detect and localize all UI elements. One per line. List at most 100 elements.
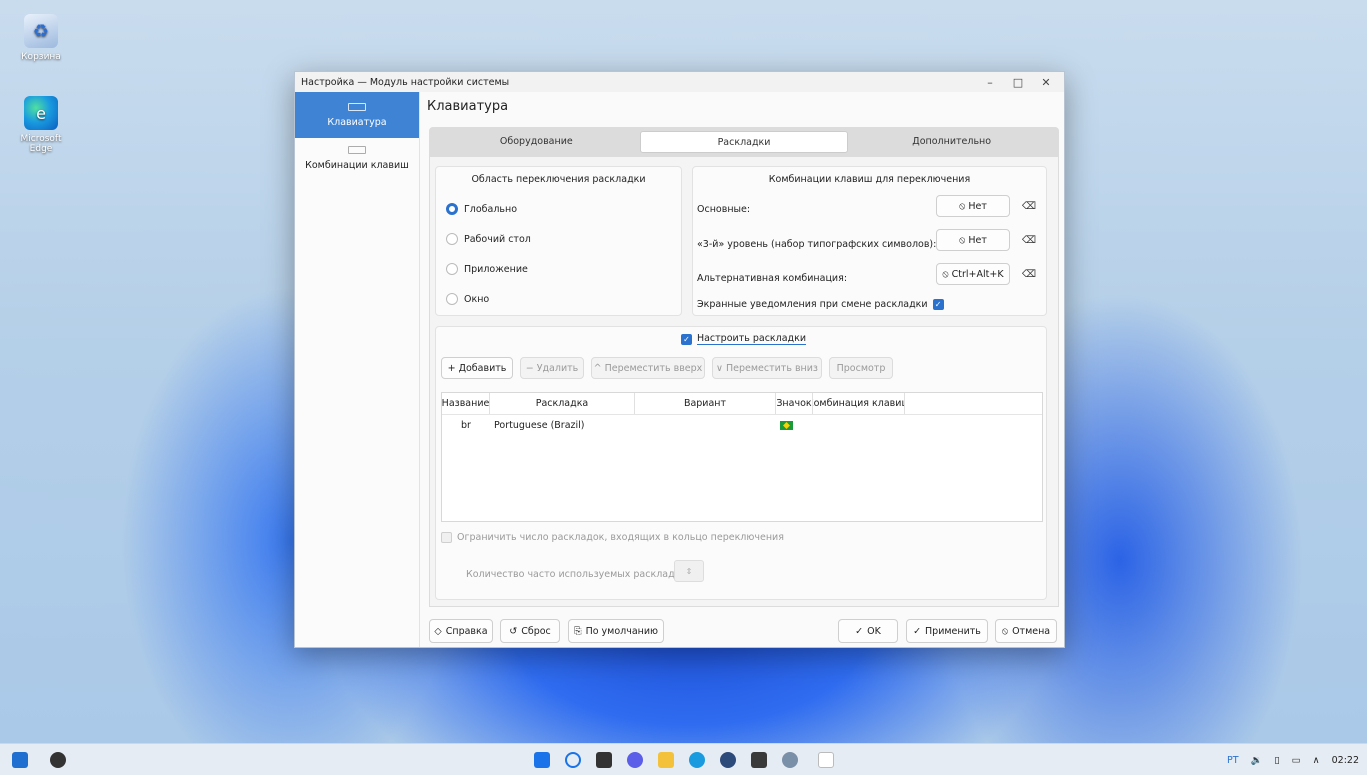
move-down-button[interactable]: ∨ Переместить вниз <box>712 357 822 379</box>
preview-button[interactable]: Просмотр <box>829 357 893 379</box>
switch-area-group: Область переключения раскладки Глобально… <box>435 166 682 316</box>
tab-layouts[interactable]: Раскладки <box>639 131 849 153</box>
cancel-label: Отмена <box>1012 625 1051 637</box>
chevron-up-icon[interactable]: ∧ <box>1313 755 1320 766</box>
checkmark-icon: ✓ <box>855 625 864 637</box>
defaults-button[interactable]: ⎘ По умолчанию <box>568 619 664 643</box>
cancel-button[interactable]: ⦸ Отмена <box>995 619 1057 643</box>
close-button[interactable]: ✕ <box>1032 72 1060 92</box>
table-row[interactable]: br Portuguese (Brazil) <box>442 415 1042 435</box>
maximize-button[interactable]: □ <box>1004 72 1032 92</box>
system-tray: PT 🔉 ▯ ▭ ∧ 02:22 <box>1227 744 1359 775</box>
notify-checkbox-row[interactable]: Экранные уведомления при смене раскладки… <box>697 299 949 310</box>
desktop-icon-label: Корзина <box>21 52 61 62</box>
help-button[interactable]: ◇ Справка <box>429 619 493 643</box>
column-header-shortcut[interactable]: Комбинация клавиш <box>813 393 905 414</box>
shortcut-main-button[interactable]: ⦸ Нет <box>936 195 1010 217</box>
dialog-footer: ◇ Справка ↺ Сброс ⎘ По умолчанию ✓ OK ✓ Приме… <box>429 617 1059 643</box>
minimize-button[interactable]: – <box>976 72 1004 92</box>
radio-global[interactable]: Глобально <box>446 203 517 215</box>
edge-taskbar-icon[interactable] <box>689 752 705 768</box>
clear-shortcut-alt-icon[interactable]: ⌫ <box>1019 264 1039 284</box>
shortcut-icon: ⦸ <box>942 268 952 280</box>
clock[interactable]: 02:22 <box>1332 755 1359 766</box>
tab-advanced[interactable]: Дополнительно <box>848 131 1055 153</box>
radio-label: Рабочий стол <box>464 233 531 245</box>
limit-layouts-checkbox[interactable] <box>441 532 452 543</box>
radio-indicator <box>446 233 458 245</box>
limit-layouts-label: Ограничить число раскладок, входящих в к… <box>457 532 784 543</box>
radio-application[interactable]: Приложение <box>446 263 528 275</box>
reset-button[interactable]: ↺ Сброс <box>500 619 560 643</box>
recycle-bin-icon: ♻ <box>24 14 58 48</box>
start-icon[interactable] <box>534 752 550 768</box>
configure-layouts-label: Настроить раскладки <box>696 333 807 345</box>
shortcut-value: Нет <box>968 200 987 212</box>
shortcut-third-button[interactable]: ⦸ Нет <box>936 229 1010 251</box>
radio-indicator <box>446 293 458 305</box>
tab-content: Область переключения раскладки Глобально… <box>429 157 1059 607</box>
file-explorer-icon[interactable] <box>658 752 674 768</box>
sidebar-item-shortcuts[interactable]: Комбинации клавиш <box>295 138 419 178</box>
keyboard-settings-taskbar-icon[interactable] <box>818 752 834 768</box>
settings-window: Настройка — Модуль настройки системы – □… <box>294 71 1065 648</box>
desktop-icon-edge[interactable]: e Microsoft Edge <box>18 96 64 154</box>
task-view-icon[interactable] <box>596 752 612 768</box>
cell-variant <box>635 415 776 435</box>
move-up-button[interactable]: ^ Переместить вверх <box>591 357 705 379</box>
cell-icon <box>776 415 813 435</box>
sidebar-item-label: Комбинации клавиш <box>305 159 409 171</box>
shortcut-label-alt: Альтернативная комбинация: <box>697 273 848 284</box>
page-title: Клавиатура <box>427 99 509 114</box>
shortcut-icon: ⦸ <box>959 200 969 212</box>
radio-window[interactable]: Окно <box>446 293 489 305</box>
edge-icon: e <box>24 96 58 130</box>
shortcut-alt-button[interactable]: ⦸ Ctrl+Alt+K <box>936 263 1010 285</box>
layouts-table: Название Раскладка Вариант Значок Комбин… <box>441 392 1043 522</box>
sidebar-item-keyboard[interactable]: Клавиатура <box>295 92 419 138</box>
limit-layouts-row[interactable]: Ограничить число раскладок, входящих в к… <box>441 532 784 543</box>
column-header-layout[interactable]: Раскладка <box>490 393 635 414</box>
layout-count-spinbox[interactable]: ⇕ <box>674 560 704 582</box>
sidebar-item-label: Клавиатура <box>327 116 387 128</box>
column-header-icon[interactable]: Значок <box>776 393 813 414</box>
battery-icon[interactable]: ▯ <box>1274 755 1279 766</box>
clear-shortcut-third-icon[interactable]: ⌫ <box>1019 230 1039 250</box>
column-header-name[interactable]: Название <box>442 393 490 414</box>
clear-shortcut-main-icon[interactable]: ⌫ <box>1019 196 1039 216</box>
keyboard-icon <box>348 102 366 111</box>
spin-arrows-icon: ⇕ <box>685 566 693 576</box>
settings-icon[interactable] <box>782 752 798 768</box>
apply-label: Применить <box>925 625 981 637</box>
radio-label: Глобально <box>464 203 518 215</box>
group-title: Комбинации клавиш для переключения <box>768 174 971 185</box>
language-indicator[interactable]: PT <box>1227 755 1239 766</box>
store-icon[interactable] <box>720 752 736 768</box>
terminal-icon[interactable] <box>751 752 767 768</box>
volume-icon[interactable]: 🔉 <box>1251 755 1263 766</box>
notify-checkbox[interactable]: ✓ <box>932 299 944 310</box>
cell-shortcut <box>813 415 905 435</box>
tab-hardware[interactable]: Оборудование <box>433 131 640 153</box>
chat-icon[interactable] <box>627 752 643 768</box>
defaults-icon: ⎘ <box>573 625 582 637</box>
widgets-icon[interactable] <box>12 752 28 768</box>
column-header-variant[interactable]: Вариант <box>635 393 776 414</box>
help-icon: ◇ <box>434 625 442 637</box>
search-icon[interactable] <box>565 752 581 768</box>
shortcut-label-third: «3-й» уровень (набор типографских символ… <box>697 239 937 250</box>
cloud-icon[interactable] <box>50 752 66 768</box>
radio-desktop[interactable]: Рабочий стол <box>446 233 531 245</box>
radio-indicator <box>446 203 458 215</box>
ok-button[interactable]: ✓ OK <box>838 619 898 643</box>
network-icon[interactable]: ▭ <box>1292 755 1301 766</box>
ok-label: OK <box>867 625 881 637</box>
desktop-icon-recycle-bin[interactable]: ♻ Корзина <box>18 14 64 62</box>
cell-name: br <box>461 419 471 431</box>
configure-layouts-row[interactable]: ✓ Настроить раскладки <box>436 333 1046 345</box>
configure-layouts-checkbox[interactable]: ✓ <box>680 333 692 345</box>
add-layout-button[interactable]: + Добавить <box>441 357 513 379</box>
remove-layout-button[interactable]: − Удалить <box>520 357 584 379</box>
radio-indicator <box>446 263 458 275</box>
apply-button[interactable]: ✓ Применить <box>906 619 988 643</box>
